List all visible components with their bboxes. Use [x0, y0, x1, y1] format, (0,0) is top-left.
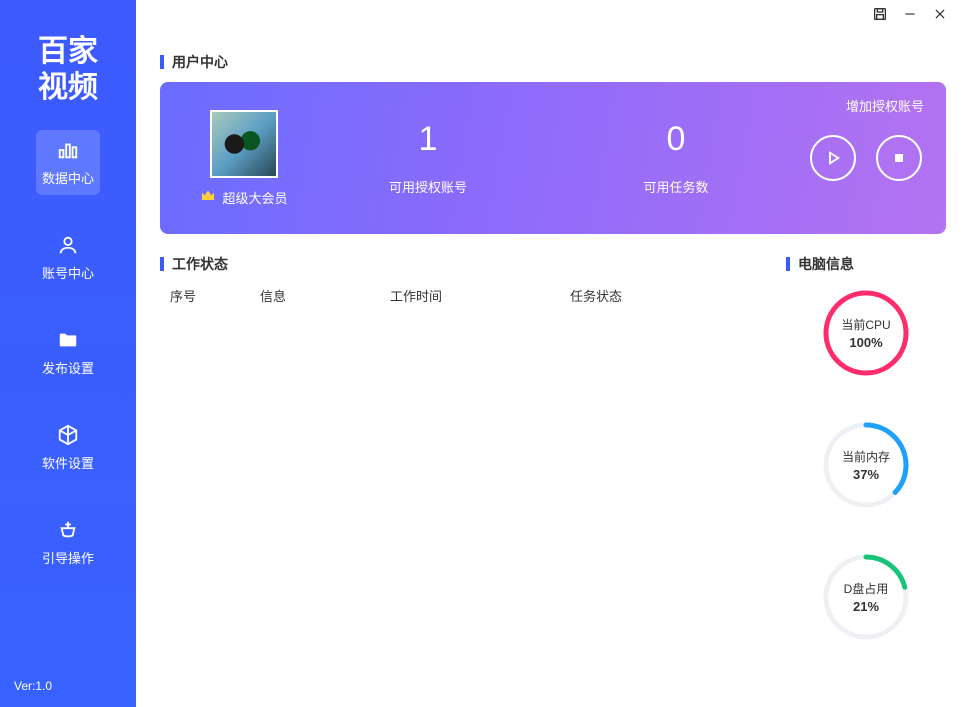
logo-line-1: 百家: [38, 34, 98, 70]
stop-button[interactable]: [876, 135, 922, 181]
gauges: 当前CPU 100% 当前内存 37% D盘占用 21%: [786, 288, 946, 642]
gauge-value: 21%: [853, 599, 879, 614]
title-bar-icon: [786, 257, 790, 271]
folder-icon: [56, 328, 80, 352]
sidebar-item-data-center[interactable]: 数据中心: [36, 130, 100, 195]
col-task-status: 任务状态: [570, 286, 756, 305]
user-center-title: 用户中心: [160, 52, 946, 72]
gauge-label: D盘占用: [844, 580, 889, 597]
avatar[interactable]: [210, 110, 278, 178]
title-bar-icon: [160, 257, 164, 271]
section-title-text: 用户中心: [172, 52, 228, 72]
pc-info-section: 电脑信息 当前CPU 100% 当前内存 37% D盘占用 21%: [786, 254, 946, 687]
title-bar-icon: [160, 55, 164, 69]
pc-info-title: 电脑信息: [786, 254, 946, 274]
gauge-value: 37%: [853, 467, 879, 482]
gauge-memory: 当前内存 37%: [821, 420, 911, 510]
play-button[interactable]: [810, 135, 856, 181]
section-title-text: 工作状态: [172, 254, 228, 274]
card-actions: [810, 135, 922, 181]
gauge-cpu: 当前CPU 100%: [821, 288, 911, 378]
sidebar-item-guide[interactable]: 引导操作: [36, 510, 100, 575]
member-level-label: 超级大会员: [222, 188, 287, 207]
work-status-table-header: 序号 信息 工作时间 任务状态: [160, 274, 766, 317]
cube-icon: [56, 423, 80, 447]
gauge-label: 当前内存: [842, 448, 890, 465]
stat-label: 可用任务数: [552, 177, 800, 196]
sidebar: 百家 视频 数据中心 账号中心 发布设置 软件设置: [0, 0, 136, 707]
sidebar-item-label: 发布设置: [42, 358, 94, 377]
stat-available-tasks: 0 可用任务数: [552, 120, 800, 196]
sidebar-nav: 数据中心 账号中心 发布设置 软件设置 引导操作: [0, 130, 136, 575]
version-label: Ver:1.0: [14, 679, 52, 693]
crown-icon: [200, 188, 216, 207]
work-status-title: 工作状态: [160, 254, 766, 274]
window-controls: [872, 6, 948, 22]
save-icon[interactable]: [872, 6, 888, 22]
add-auth-account-link[interactable]: 增加授权账号: [846, 96, 924, 115]
gauge-value: 100%: [849, 335, 882, 350]
col-info: 信息: [260, 286, 390, 305]
bar-chart-icon: [56, 138, 80, 162]
section-title-text: 电脑信息: [798, 254, 854, 274]
user-card: 增加授权账号 超级大会员 1 可用授权账号 0 可用任务数: [160, 82, 946, 234]
gauge-label: 当前CPU: [841, 316, 890, 333]
stat-available-auth-accounts: 1 可用授权账号: [304, 120, 552, 196]
app-logo: 百家 视频: [38, 34, 98, 106]
stat-value: 0: [552, 120, 800, 159]
ship-icon: [56, 518, 80, 542]
sidebar-item-software-settings[interactable]: 软件设置: [36, 415, 100, 480]
member-badge: 超级大会员: [200, 188, 287, 207]
close-icon[interactable]: [932, 6, 948, 22]
gauge-disk: D盘占用 21%: [821, 552, 911, 642]
user-icon: [56, 233, 80, 257]
user-block: 超级大会员: [184, 110, 304, 207]
logo-line-2: 视频: [38, 70, 98, 106]
stat-label: 可用授权账号: [304, 177, 552, 196]
sidebar-item-account-center[interactable]: 账号中心: [36, 225, 100, 290]
col-work-time: 工作时间: [390, 286, 570, 305]
sidebar-item-label: 数据中心: [42, 168, 94, 187]
minimize-icon[interactable]: [902, 6, 918, 22]
sidebar-item-label: 账号中心: [42, 263, 94, 282]
sidebar-item-label: 软件设置: [42, 453, 94, 472]
sidebar-item-publish-settings[interactable]: 发布设置: [36, 320, 100, 385]
main-area: 用户中心 增加授权账号 超级大会员 1 可用授权账号 0 可用任务数: [136, 0, 966, 707]
stat-value: 1: [304, 120, 552, 159]
lower-row: 工作状态 序号 信息 工作时间 任务状态 电脑信息 当前CPU 100% 当前内存 3…: [160, 254, 946, 687]
work-status-section: 工作状态 序号 信息 工作时间 任务状态: [160, 254, 766, 687]
col-index: 序号: [170, 286, 260, 305]
sidebar-item-label: 引导操作: [42, 548, 94, 567]
user-center-section: 用户中心 增加授权账号 超级大会员 1 可用授权账号 0 可用任务数: [160, 52, 946, 234]
